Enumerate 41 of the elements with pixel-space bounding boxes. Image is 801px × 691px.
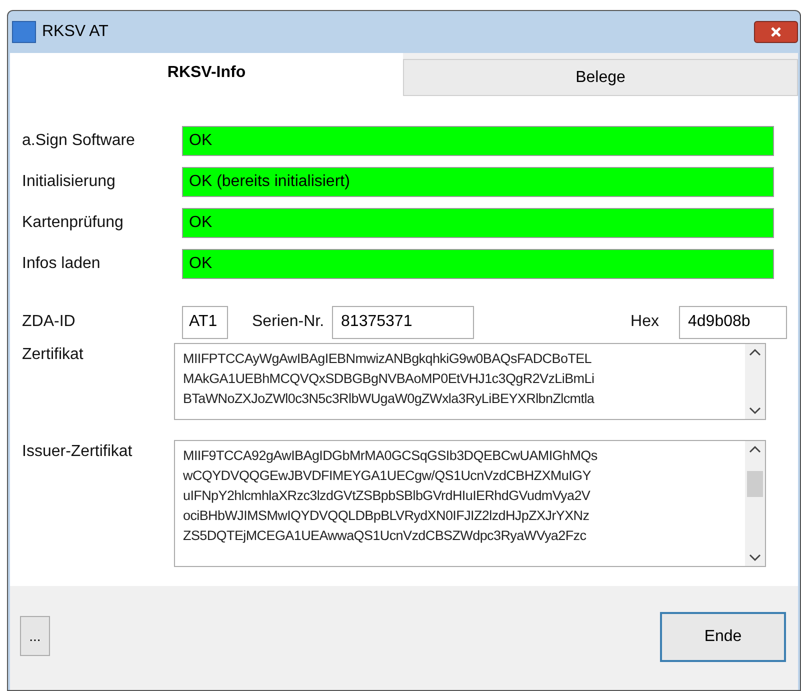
certificate-line: ZS5DQTEjMCEGA1UEAwwaQS1UcnVzdCBSZWdpc3RyaWVya2Fzc [183, 527, 588, 545]
certificate-line: ociBHbWJIMSMwIQYDVQQLDBpBLVRydXN0IFJIZ2lzdHJpZXJrYXNz [183, 507, 590, 525]
scrollbar[interactable] [745, 441, 765, 566]
scrollbar[interactable] [745, 344, 765, 419]
certificate-line: BTaWNoZXJoZWl0c3N5c3RlbWUgaW0gZWxla3RyLiBEYXRlbnZlcmtla [183, 390, 596, 408]
scroll-up-icon[interactable] [749, 445, 761, 453]
status-label: Infos laden [21, 254, 102, 274]
more-button[interactable]: ... [20, 616, 50, 656]
status-field: OK (bereits initialisiert) [182, 167, 774, 197]
scroll-down-icon[interactable] [749, 407, 761, 415]
status-label: a.Sign Software [21, 131, 136, 151]
certificate-line: MAkGA1UEBhMCQVQxSDBGBgNVBAoMP0EtVHJ1c3QgR2VzLiBmLi [183, 370, 596, 388]
tab[interactable]: RKSV-Info [10, 53, 403, 96]
status-label: Initialisierung [21, 172, 116, 192]
field-label: Hex [630, 312, 659, 332]
certificate-line: MIIFPTCCAyWgAwIBAgIEBNmwizANBgkqhkiG9w0BAQsFADCBoTEL [183, 350, 593, 368]
scroll-down-icon[interactable] [749, 554, 761, 562]
field-label: Serien-Nr. [252, 312, 324, 332]
scroll-up-icon[interactable] [749, 348, 761, 356]
serial-number-field[interactable]: 81375371 [332, 306, 474, 338]
close-icon [770, 26, 782, 38]
certificate-text-area[interactable] [174, 440, 766, 567]
certificate-line: MIIF9TCCA92gAwIBAgIDGbMrMA0GCSqGSIb3DQEBCwUAMIGhMQs [183, 447, 598, 465]
tab[interactable]: Belege [403, 59, 798, 96]
close-button[interactable] [754, 21, 798, 43]
field-label: ZDA-ID [21, 312, 76, 332]
window-title: RKSV AT [42, 22, 108, 42]
status-label: Kartenprüfung [21, 213, 124, 233]
certificate-text-area[interactable]: MIIFPTCCAyWgAwIBAgIEBNmwizANBgkqhkiG9w0BAQsFADCBoTEL MAkGA1UEBhMCQVQxSDBGBgNVBAoMP0EtVHJ1c3QgR2VzLiBmLi BTaWNoZXJoZWl0c3N5c3RlbWUgaW0gZWxla3RyLiBEYXRlbnZlcmtla [174, 343, 766, 420]
field-label: Zertifikat [21, 345, 84, 365]
end-button[interactable]: Ende [660, 612, 786, 662]
certificate-line: wCQYDVQQGEwJBVDFIMEYGA1UECgw/QS1UcnVzdCBHZXMuIGY [183, 467, 592, 485]
status-field: OK [182, 249, 774, 279]
field-label: Issuer-Zertifikat [21, 442, 134, 462]
certificate-line: uIFNpY2hlcmhlaXRzc3lzdGVtZSBpbSBlbGVrdHIuIERhdGVudmVya2V [183, 487, 592, 505]
app-logo-icon [12, 21, 36, 43]
status-field: OK [182, 126, 774, 156]
zda-id-field[interactable]: AT1 [182, 306, 228, 338]
status-field: OK [182, 208, 774, 238]
hex-field[interactable]: 4d9b08b [679, 306, 787, 338]
scroll-thumb[interactable] [747, 470, 763, 496]
